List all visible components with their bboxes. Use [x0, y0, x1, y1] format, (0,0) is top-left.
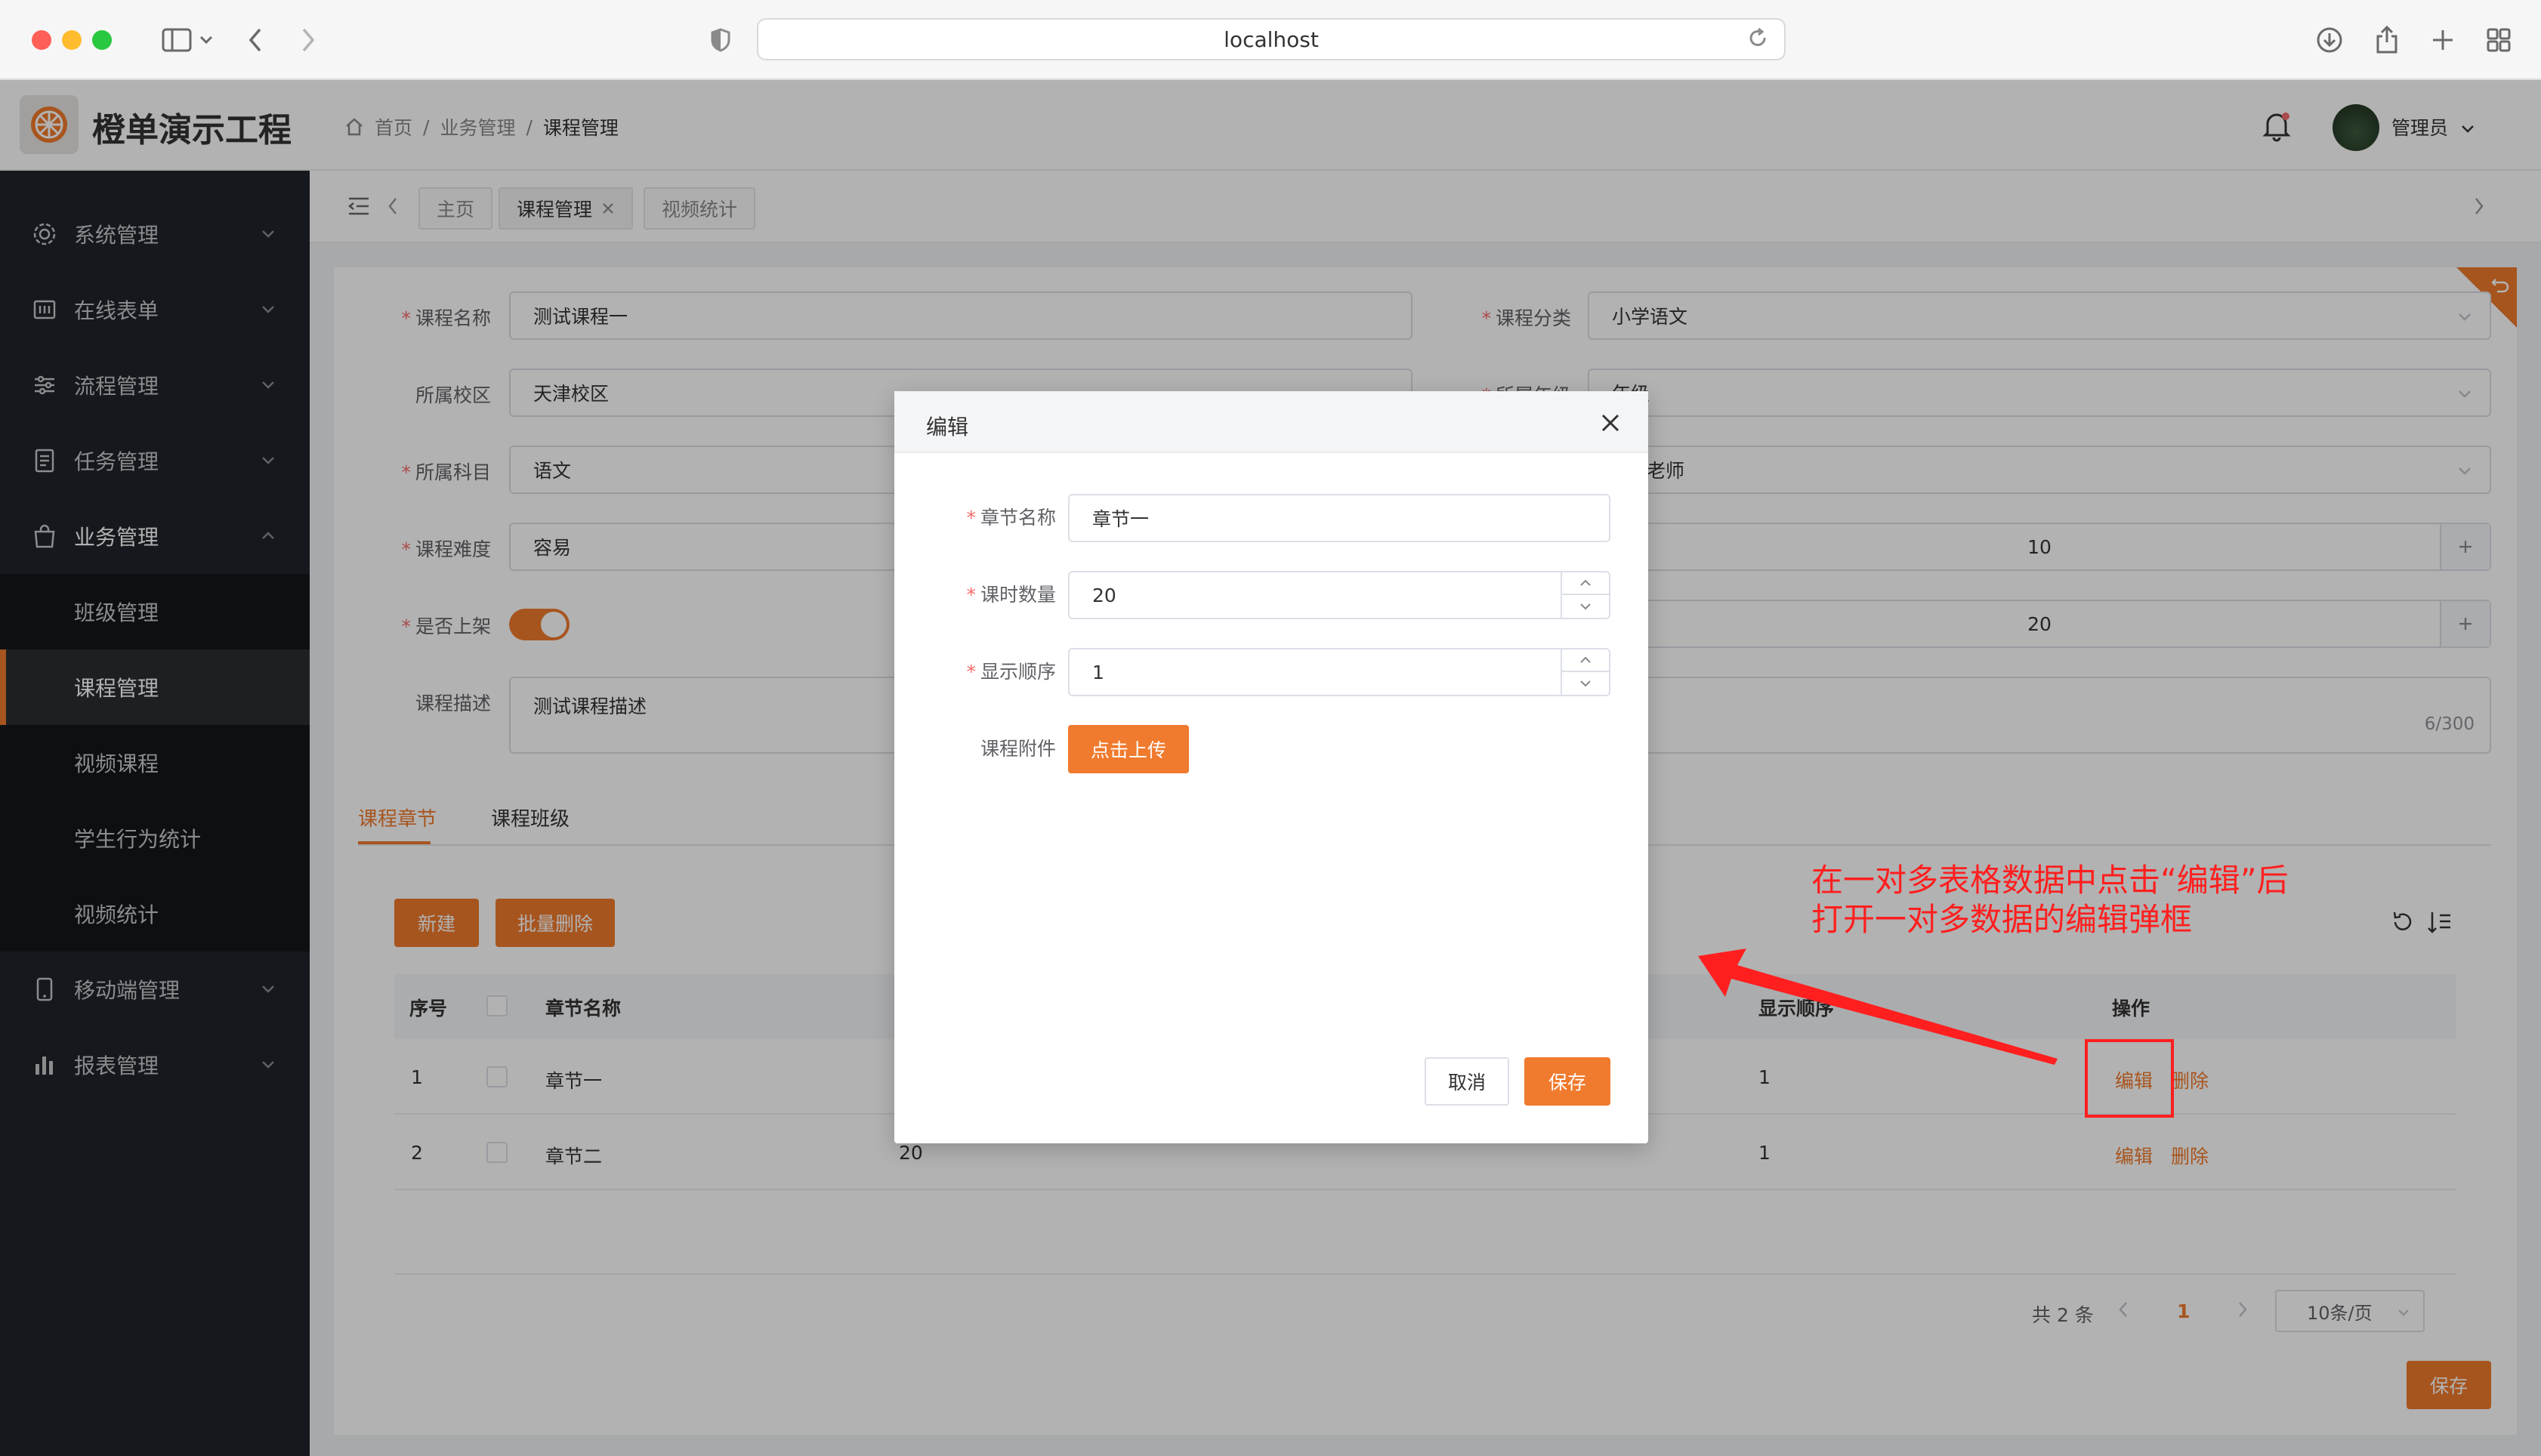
annotation-highlight-box — [2085, 1039, 2174, 1118]
browser-window: localhost 橙单演示工程 首页 / 业务管理 / 课程管理 管理员 系统… — [0, 0, 2541, 1456]
annotation-arrow — [1698, 949, 2058, 1065]
